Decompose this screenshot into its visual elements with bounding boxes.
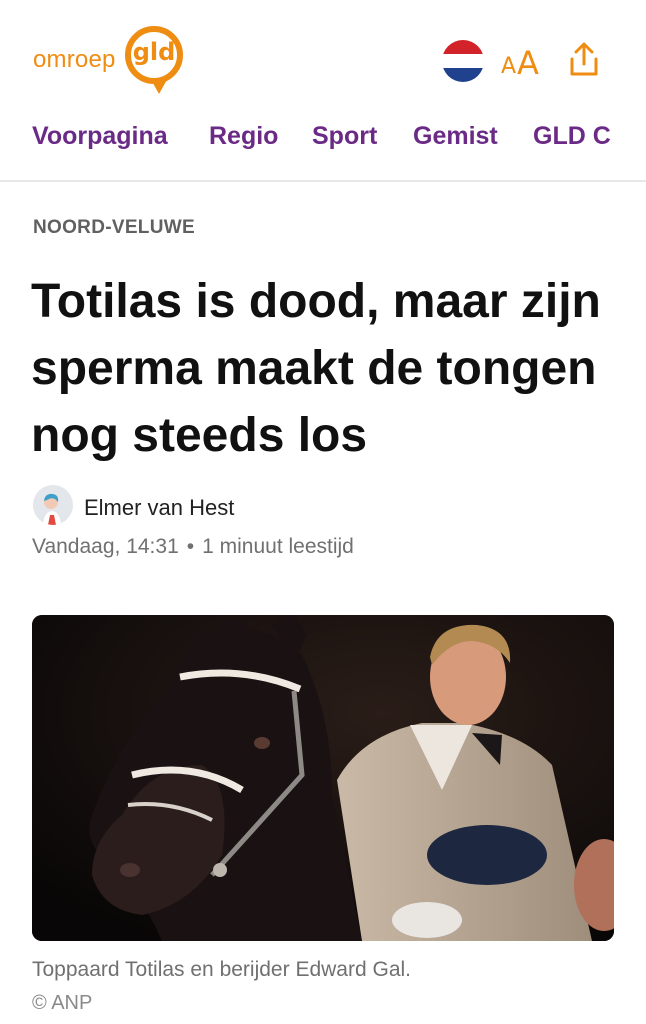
meta-separator: • [186,535,195,558]
author-name[interactable]: Elmer van Hest [84,495,234,521]
logo-word: omroep [33,46,116,73]
nav-item-sport[interactable]: Sport [312,122,377,151]
omroep-gld-logo[interactable]: omroep gld [33,26,203,96]
nav-overflow-mask [614,118,646,178]
author-avatar-illustration [33,485,73,525]
netherlands-flag-icon[interactable] [442,40,484,82]
section-nav: Voorpagina Regio Sport Gemist GLD C [0,118,646,182]
image-credit: © ANP [32,992,93,1014]
article-headline: Totilas is dood, maar zijn sperma maakt … [31,275,601,462]
share-icon [570,42,598,76]
font-size-icon-big: A [517,44,539,82]
font-size-button[interactable]: A A [499,42,543,82]
article-meta: Vandaag, 14:31 • 1 minuut leestijd [32,535,354,559]
article-photo[interactable] [32,615,614,941]
nav-item-gemist[interactable]: Gemist [413,122,498,151]
publish-date: Vandaag, 14:31 [32,535,179,558]
author-avatar[interactable] [33,485,73,525]
horse-and-rider-image [32,615,614,941]
article-category[interactable]: NOORD-VELUWE [33,217,195,239]
reading-time: 1 minuut leestijd [202,535,354,558]
share-button[interactable] [568,42,600,78]
font-size-icon-small: A [501,54,517,79]
image-caption: Toppaard Totilas en berijder Edward Gal. [32,958,411,981]
nav-item-regio[interactable]: Regio [209,122,278,151]
app-header: omroep gld A A [0,0,646,118]
logo-badge: gld [132,38,176,66]
nav-item-gld-c[interactable]: GLD C [533,122,611,151]
nav-item-voorpagina[interactable]: Voorpagina [32,122,168,151]
